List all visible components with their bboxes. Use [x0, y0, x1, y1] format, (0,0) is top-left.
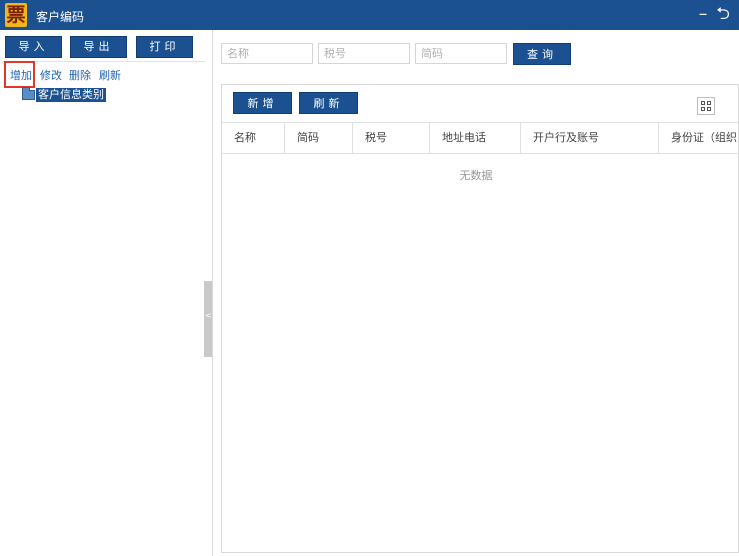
- column-settings-icon[interactable]: [697, 97, 715, 115]
- pane-splitter[interactable]: <: [204, 281, 212, 357]
- refresh-link[interactable]: 刷新: [99, 67, 121, 83]
- category-pane: 导入 导出 打印 增加 修改 删除 刷新 客户信息类别: [0, 30, 213, 556]
- import-button[interactable]: 导入: [5, 36, 62, 58]
- delete-link[interactable]: 删除: [69, 67, 91, 83]
- column-header-bank-account[interactable]: 开户行及账号: [521, 123, 659, 153]
- customer-grid-panel: 新增 刷新 名称 简码 税号 地址电话 开户行及账号 身份证（组织 无数据: [221, 84, 739, 553]
- print-button[interactable]: 打印: [136, 36, 193, 58]
- window-title: 客户编码: [36, 10, 85, 24]
- query-button[interactable]: 查询: [513, 43, 571, 65]
- app-logo-icon: 票: [5, 3, 27, 27]
- edit-link[interactable]: 修改: [40, 67, 62, 83]
- column-header-tax-number[interactable]: 税号: [353, 123, 430, 153]
- column-header-short-code[interactable]: 简码: [285, 123, 353, 153]
- minimize-icon[interactable]: –: [694, 4, 712, 24]
- title-bar: 票 客户编码 – ⮌: [0, 0, 739, 30]
- empty-state-text: 无数据: [459, 169, 493, 182]
- collapse-arrow-icon[interactable]: <: [205, 311, 212, 321]
- grid-refresh-button[interactable]: 刷新: [299, 92, 358, 114]
- tax-number-search-input[interactable]: [318, 43, 410, 64]
- add-link-highlight: [4, 61, 35, 88]
- column-header-name[interactable]: 名称: [222, 123, 285, 153]
- tree-node-label[interactable]: 客户信息类别: [36, 88, 106, 102]
- column-header-id-card[interactable]: 身份证（组织: [659, 123, 738, 153]
- column-header-address-phone[interactable]: 地址电话: [430, 123, 521, 153]
- export-button[interactable]: 导出: [70, 36, 127, 58]
- folder-icon: [22, 87, 35, 100]
- name-search-input[interactable]: [221, 43, 313, 64]
- short-code-search-input[interactable]: [415, 43, 507, 64]
- back-icon[interactable]: ⮌: [714, 4, 732, 24]
- new-button[interactable]: 新增: [233, 92, 292, 114]
- grid-header-row: 名称 简码 税号 地址电话 开户行及账号 身份证（组织: [222, 122, 738, 154]
